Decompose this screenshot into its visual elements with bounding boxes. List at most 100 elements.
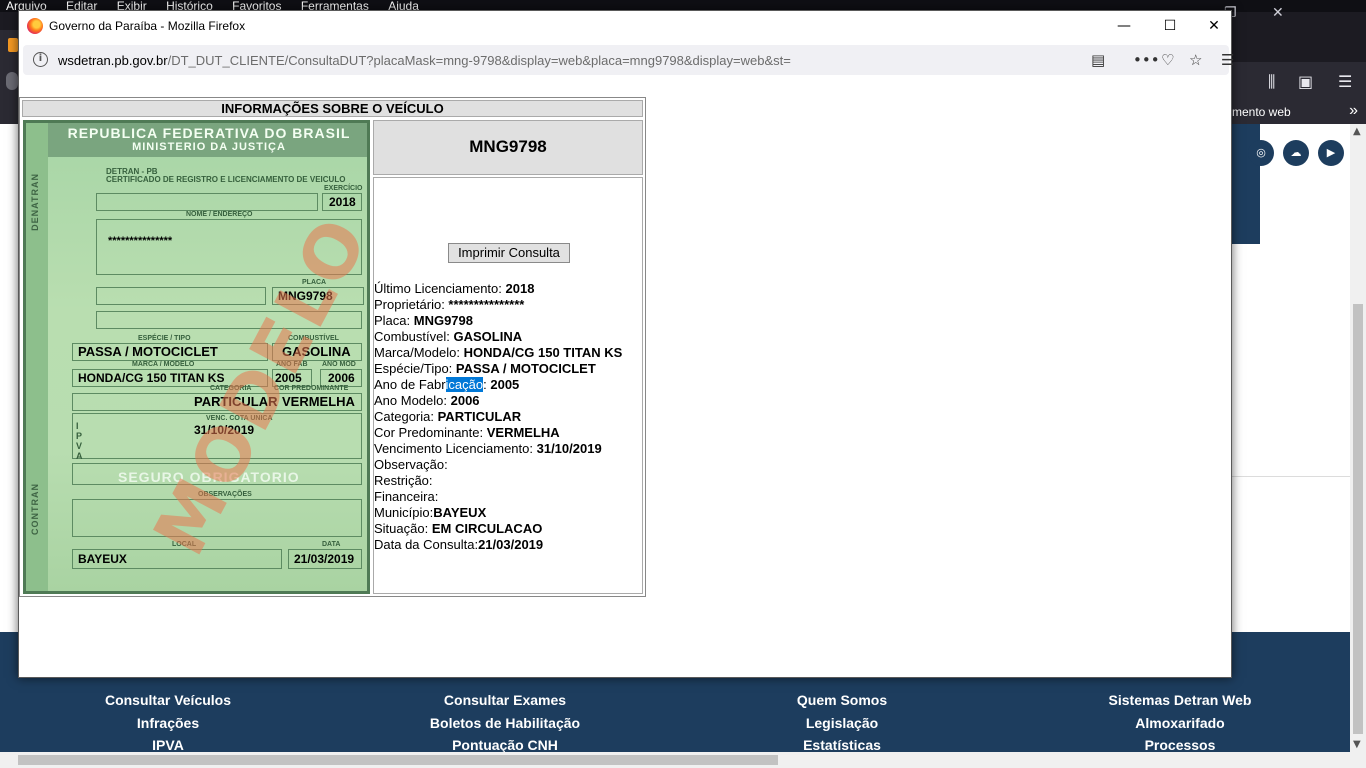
- vehicle-info-label: Proprietário:: [374, 297, 449, 312]
- pocket-icon[interactable]: ♡: [1161, 51, 1174, 69]
- doc-data: 21/03/2019: [294, 552, 355, 566]
- vehicle-info-label: Categoria:: [374, 409, 438, 424]
- star-icon[interactable]: ☆: [1189, 51, 1202, 69]
- vertical-scrollbar[interactable]: ▲ ▼: [1350, 124, 1366, 752]
- youtube-icon[interactable]: ▶: [1318, 140, 1344, 166]
- doc-box: [96, 193, 318, 211]
- scrollbar-thumb[interactable]: [18, 755, 778, 765]
- more-actions-icon[interactable]: •••: [1133, 51, 1160, 69]
- close-icon[interactable]: ✕: [1272, 5, 1284, 21]
- vehicle-info-line: Município:BAYEUX: [374, 505, 642, 521]
- footer-link[interactable]: Consultar Exames: [355, 692, 655, 715]
- doc-side-label: DENATRAN: [30, 173, 40, 231]
- doc-data-label: DATA: [322, 541, 341, 548]
- vehicle-info-line: Observação:: [374, 457, 642, 473]
- vehicle-info-value: PARTICULAR: [437, 409, 522, 424]
- vehicle-info-label: Município:: [374, 505, 434, 520]
- vehicle-info-line: Espécie/Tipo: PASSA / MOTOCICLET: [374, 361, 642, 377]
- text-selection: icação: [445, 377, 484, 392]
- vehicle-info-label: Ano de Fabricação:: [374, 377, 491, 392]
- bookmark-item[interactable]: mento web: [1232, 105, 1291, 119]
- url-text[interactable]: wsdetran.pb.gov.br/DT_DUT_CLIENTE/Consul…: [58, 53, 791, 68]
- window-title: Governo da Paraíba - Mozilla Firefox: [49, 19, 246, 33]
- menu-icon[interactable]: ☰: [1221, 51, 1234, 69]
- vehicle-info-value: GASOLINA: [453, 329, 523, 344]
- back-button[interactable]: [6, 72, 18, 90]
- background-toolbar: ⫼ ▣ ☰: [1232, 62, 1366, 102]
- footer-link[interactable]: Infrações: [18, 715, 318, 738]
- vehicle-info-value: MNG9798: [413, 313, 473, 328]
- vehicle-info-line: Ano Modelo: 2006: [374, 393, 642, 409]
- footer-link[interactable]: Almoxarifado: [1030, 715, 1330, 738]
- vehicle-info-value: 21/03/2019: [478, 537, 544, 552]
- vehicle-info-value: HONDA/CG 150 TITAN KS: [463, 345, 623, 360]
- tab-favicon[interactable]: [8, 38, 18, 52]
- menu-icon[interactable]: ☰: [1338, 72, 1352, 91]
- vehicle-info-line: Proprietário: ***************: [374, 297, 642, 313]
- vehicle-info-label: Cor Predominante:: [374, 425, 487, 440]
- footer-column-sistemas: Sistemas Detran Web Almoxarifado Process…: [1030, 692, 1330, 760]
- vehicle-info-label: Marca/Modelo:: [374, 345, 464, 360]
- vehicle-info-line: Último Licenciamento: 2018: [374, 281, 642, 297]
- soundcloud-icon[interactable]: ☁: [1283, 140, 1309, 166]
- vehicle-info-label: Espécie/Tipo:: [374, 361, 456, 376]
- chevron-right-icon[interactable]: »: [1349, 102, 1358, 120]
- vehicle-info-label: Restrição:: [374, 473, 433, 488]
- info-icon[interactable]: i: [33, 52, 48, 67]
- footer-link[interactable]: Sistemas Detran Web: [1030, 692, 1330, 715]
- sidebar-icon[interactable]: ▣: [1298, 72, 1313, 91]
- vehicle-info-value: 2006: [450, 393, 480, 408]
- background-divider: [1232, 476, 1350, 477]
- footer-link[interactable]: Quem Somos: [692, 692, 992, 715]
- doc-ano-mod: 2006: [328, 371, 355, 385]
- doc-ipva-label: I P V A: [76, 421, 83, 461]
- vehicle-info-label: Data da Consulta:: [374, 537, 479, 552]
- doc-republic: REPUBLICA FEDERATIVA DO BRASIL: [67, 125, 351, 141]
- vehicle-table-header: INFORMAÇÕES SOBRE O VEÍCULO: [22, 100, 643, 117]
- footer-link[interactable]: Legislação: [692, 715, 992, 738]
- url-bar[interactable]: i wsdetran.pb.gov.br/DT_DUT_CLIENTE/Cons…: [23, 45, 1234, 75]
- firefox-icon: [27, 18, 43, 34]
- vehicle-info-value: BAYEUX: [433, 505, 487, 520]
- doc-owner: ***************: [108, 235, 173, 247]
- popup-content: INFORMAÇÕES SOBRE O VEÍCULO DENATRAN CON…: [19, 79, 1231, 677]
- doc-local: BAYEUX: [78, 552, 127, 566]
- doc-exercicio-label: EXERCÍCIO: [324, 185, 363, 192]
- scrollbar-thumb[interactable]: [1353, 304, 1363, 734]
- reader-view-icon[interactable]: ▤: [1091, 51, 1105, 69]
- vehicle-info-line: Combustível: GASOLINA: [374, 329, 642, 345]
- vehicle-info-value: 2018: [505, 281, 535, 296]
- vehicle-info-cell: Imprimir Consulta Último Licenciamento: …: [373, 177, 643, 594]
- instagram-icon[interactable]: ◎: [1248, 140, 1274, 166]
- vehicle-info-value: VERMELHA: [486, 425, 560, 440]
- horizontal-scrollbar[interactable]: [0, 752, 1366, 768]
- print-button[interactable]: Imprimir Consulta: [448, 243, 570, 263]
- vehicle-info-list: Último Licenciamento: 2018 Proprietário: …: [374, 281, 642, 553]
- minimize-icon[interactable]: —: [1109, 15, 1139, 37]
- doc-marca-label: MARCA / MODELO: [132, 361, 195, 368]
- vehicle-info-line: Data da Consulta:21/03/2019: [374, 537, 642, 553]
- close-icon[interactable]: ✕: [1199, 15, 1229, 37]
- vehicle-info-value: PASSA / MOTOCICLET: [455, 361, 596, 376]
- library-icon[interactable]: ⫼: [1268, 72, 1275, 92]
- doc-especie-label: ESPÉCIE / TIPO: [138, 335, 191, 342]
- footer-column-habilitacao: Consultar Exames Boletos de Habilitação …: [355, 692, 655, 760]
- doc-header: REPUBLICA FEDERATIVA DO BRASIL MINISTERI…: [48, 123, 367, 157]
- maximize-icon[interactable]: ☐: [1155, 15, 1185, 37]
- doc-especie: PASSA / MOTOCICLET: [78, 344, 218, 359]
- vehicle-info-line: Restrição:: [374, 473, 642, 489]
- doc-ano-mod-label: ANO MOD: [322, 361, 356, 368]
- doc-ministry: MINISTERIO DA JUSTIÇA: [132, 141, 286, 153]
- footer-column-veiculos: Consultar Veículos Infrações IPVA: [18, 692, 318, 760]
- scroll-down-arrow-icon[interactable]: ▼: [1353, 739, 1361, 750]
- crlv-document-image: DENATRAN CONTRAN REPUBLICA FEDERATIVA DO…: [23, 120, 370, 594]
- url-host: wsdetran.pb.gov.br: [58, 53, 168, 68]
- footer-link[interactable]: Consultar Veículos: [18, 692, 318, 715]
- vehicle-info-label: Combustível:: [374, 329, 454, 344]
- scroll-up-arrow-icon[interactable]: ▲: [1353, 126, 1361, 137]
- vehicle-info-line: Categoria: PARTICULAR: [374, 409, 642, 425]
- doc-certificate: CERTIFICADO DE REGISTRO E LICENCIAMENTO …: [106, 175, 346, 184]
- vehicle-info-line: Marca/Modelo: HONDA/CG 150 TITAN KS: [374, 345, 642, 361]
- doc-exercicio: 2018: [329, 195, 356, 209]
- footer-link[interactable]: Boletos de Habilitação: [355, 715, 655, 738]
